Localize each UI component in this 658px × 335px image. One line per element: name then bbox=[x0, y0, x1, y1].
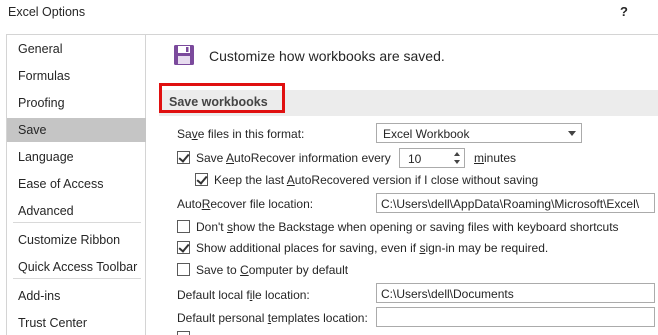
personal-templates-location-label: Default personal templates location: bbox=[177, 311, 368, 325]
sidebar-item-general[interactable]: General bbox=[7, 37, 146, 61]
annotation-highlight bbox=[159, 83, 285, 113]
save-format-dropdown[interactable]: Excel Workbook bbox=[376, 123, 582, 143]
save-format-label: Save files in this format: bbox=[177, 127, 305, 141]
personal-templates-location-input[interactable] bbox=[376, 307, 655, 327]
save-options-panel: Customize how workbooks are saved. Save … bbox=[147, 35, 658, 335]
sidebar-item-quick-access-toolbar[interactable]: Quick Access Toolbar bbox=[7, 255, 146, 279]
spin-down-icon[interactable] bbox=[454, 160, 460, 164]
autorecover-location-label: AutoRecover file location: bbox=[177, 197, 314, 211]
hide-backstage-checkbox[interactable] bbox=[177, 220, 190, 233]
sidebar-item-trust-center[interactable]: Trust Center bbox=[7, 311, 146, 335]
autorecover-checkbox[interactable] bbox=[177, 151, 190, 164]
default-local-location-input[interactable]: C:\Users\dell\Documents bbox=[376, 283, 655, 303]
autorecover-location-input[interactable]: C:\Users\dell\AppData\Roaming\Microsoft\… bbox=[376, 193, 655, 213]
sidebar-item-add-ins[interactable]: Add-ins bbox=[7, 284, 146, 308]
page-header: Customize how workbooks are saved. bbox=[209, 48, 445, 64]
sidebar-item-ease-of-access[interactable]: Ease of Access bbox=[7, 172, 146, 196]
input-value: C:\Users\dell\AppData\Roaming\Microsoft\… bbox=[381, 197, 640, 211]
sidebar-item-proofing[interactable]: Proofing bbox=[7, 91, 146, 115]
spin-up-icon[interactable] bbox=[454, 152, 460, 156]
save-to-computer-checkbox[interactable] bbox=[177, 263, 190, 276]
spinner-value: 10 bbox=[408, 152, 422, 166]
dropdown-value: Excel Workbook bbox=[383, 127, 470, 141]
sidebar-item-save[interactable]: Save bbox=[7, 118, 146, 142]
options-sidebar: General Formulas Proofing Save Language … bbox=[7, 35, 146, 335]
help-button[interactable]: ? bbox=[618, 4, 630, 19]
show-additional-places-checkbox[interactable] bbox=[177, 241, 190, 254]
autorecover-minutes-spinner[interactable]: 10 bbox=[399, 148, 465, 168]
autorecover-label: Save AutoRecover information every bbox=[196, 151, 391, 165]
sidebar-item-formulas[interactable]: Formulas bbox=[7, 64, 146, 88]
sidebar-item-customize-ribbon[interactable]: Customize Ribbon bbox=[7, 228, 146, 252]
next-option-checkbox[interactable] bbox=[177, 331, 190, 335]
chevron-down-icon bbox=[568, 131, 576, 136]
sidebar-divider bbox=[13, 278, 141, 279]
minutes-label: minutes bbox=[474, 151, 517, 165]
hide-backstage-label: Don't show the Backstage when opening or… bbox=[196, 220, 619, 234]
keep-last-autorecovered-label: Keep the last AutoRecovered version if I… bbox=[214, 173, 539, 187]
sidebar-item-advanced[interactable]: Advanced bbox=[7, 199, 146, 223]
input-value: C:\Users\dell\Documents bbox=[381, 287, 514, 301]
save-icon bbox=[174, 45, 194, 65]
window-title: Excel Options bbox=[8, 5, 86, 19]
save-to-computer-label: Save to Computer by default bbox=[196, 263, 349, 277]
sidebar-item-language[interactable]: Language bbox=[7, 145, 146, 169]
default-local-location-label: Default local file location: bbox=[177, 288, 310, 302]
keep-last-autorecovered-checkbox[interactable] bbox=[195, 173, 208, 186]
sidebar-divider bbox=[13, 222, 141, 223]
show-additional-places-label: Show additional places for saving, even … bbox=[196, 241, 549, 255]
title-bar: Excel Options ? bbox=[0, 0, 658, 26]
